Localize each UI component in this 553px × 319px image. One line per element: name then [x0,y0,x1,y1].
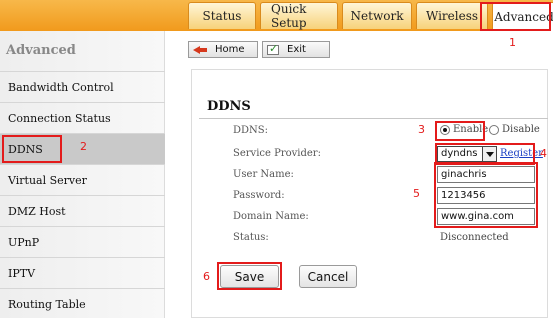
sidebar-item-iptv[interactable]: IPTV [0,257,165,288]
enable-highlight [435,121,485,141]
tab-wireless[interactable]: Wireless [416,2,488,29]
annotation-2: 2 [80,140,87,153]
advanced-tab-highlight [480,2,551,31]
ddns-item-highlight [2,135,62,163]
sidebar-item-routing-table[interactable]: Routing Table [0,288,165,319]
exit-icon [267,42,279,55]
annotation-1: 1 [509,36,516,49]
exit-button[interactable]: Exit [262,41,330,58]
sidebar-item-virtual-server[interactable]: Virtual Server [0,164,165,195]
sidebar-item-upnp[interactable]: UPnP [0,226,165,257]
home-button[interactable]: Home [188,41,258,58]
annotation-3: 3 [418,123,425,136]
exit-button-label: Exit [287,44,306,55]
sidebar: Advanced Bandwidth Control Connection St… [0,31,165,318]
credentials-highlight [434,162,538,228]
domain-label: Domain Name: [233,211,309,222]
annotation-5: 5 [413,187,420,200]
password-label: Password: [233,190,285,201]
disable-radio-label: Disable [502,124,540,135]
tab-quick-setup[interactable]: Quick Setup [260,2,338,30]
status-label: Status: [233,232,269,243]
status-value: Disconnected [440,232,509,243]
sidebar-item-bandwidth-control[interactable]: Bandwidth Control [0,71,165,102]
provider-label: Service Provider: [233,148,321,159]
sidebar-item-dmz-host[interactable]: DMZ Host [0,195,165,226]
tab-network[interactable]: Network [342,2,412,29]
username-label: User Name: [233,169,294,180]
annotation-4: 4 [540,147,547,160]
disable-radio[interactable] [489,125,499,135]
save-highlight [217,262,282,290]
home-button-label: Home [215,44,245,55]
brand-logo [0,0,150,8]
cancel-button[interactable]: Cancel [299,265,357,288]
home-arrow-icon [193,45,207,55]
sidebar-item-connection-status[interactable]: Connection Status [0,102,165,133]
tab-status[interactable]: Status [188,2,256,29]
annotation-6: 6 [203,270,210,283]
ddns-label: DDNS: [233,125,269,136]
page-title: DDNS [207,99,251,114]
sidebar-title: Advanced [6,43,76,58]
title-divider [199,118,548,119]
